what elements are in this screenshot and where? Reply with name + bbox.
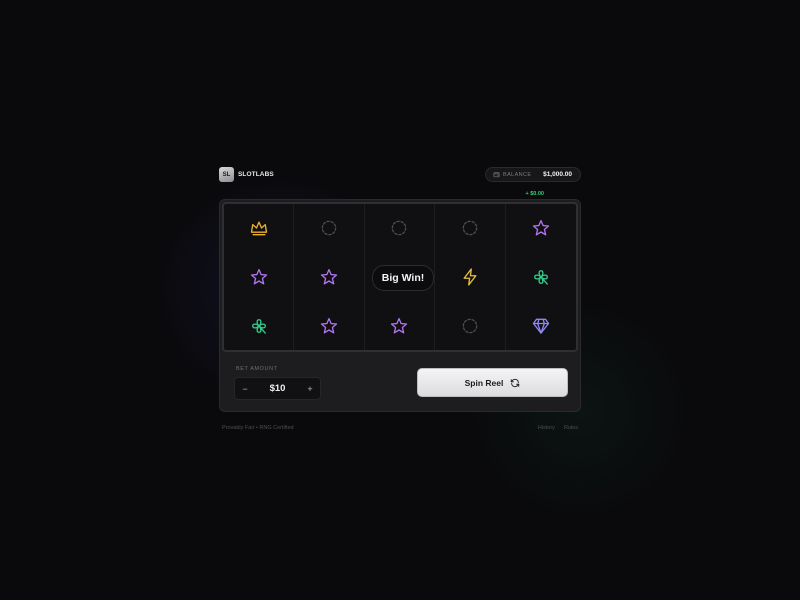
- reel-cell: [435, 204, 506, 253]
- bet-decrement-button[interactable]: −: [235, 384, 255, 394]
- wallet-icon: [493, 172, 500, 178]
- balance-label: BALANCE: [503, 171, 532, 178]
- refresh-icon: [511, 378, 520, 387]
- spin-reel-button[interactable]: Spin Reel: [417, 368, 568, 397]
- reel-cell: [224, 301, 295, 350]
- bolt-icon: [463, 268, 477, 286]
- bet-stepper: − $10 +: [234, 377, 321, 400]
- slot-app: SL SLOTLABS BALANCE $1,000.00 + $0.00 Bi…: [219, 165, 581, 412]
- footer: Provably Fair • RNG Certified History Ru…: [222, 425, 578, 431]
- star-icon: [320, 268, 338, 285]
- reel-cell: [294, 252, 365, 302]
- empty-icon: [392, 220, 407, 236]
- balance-value: $1,000.00: [543, 171, 572, 178]
- spin-reel-label: Spin Reel: [464, 377, 504, 388]
- balance-delta: + $0.00: [525, 191, 544, 197]
- game-card: Big Win! BET AMOUNT − $10 + Spin Reel: [219, 199, 581, 412]
- clover-icon: [533, 270, 548, 285]
- star-icon: [250, 268, 267, 285]
- reel-cell: [294, 301, 365, 350]
- win-banner: Big Win!: [372, 265, 434, 291]
- reel-cell: [435, 252, 506, 302]
- reel-cell: [506, 204, 576, 253]
- reel-cell: [506, 301, 576, 350]
- top-bar: SL SLOTLABS BALANCE $1,000.00 + $0.00: [219, 165, 581, 197]
- reel-cell: [365, 301, 436, 350]
- crown-icon: [250, 221, 267, 236]
- balance-pill: BALANCE $1,000.00: [485, 167, 581, 182]
- reel-cell: [224, 204, 295, 253]
- reel-cell: [294, 204, 365, 253]
- bet-amount-value: $10: [269, 383, 286, 394]
- empty-icon: [462, 318, 478, 333]
- rules-link[interactable]: Rules: [564, 425, 578, 431]
- empty-icon: [462, 220, 478, 236]
- brand-logo: SL: [219, 167, 234, 182]
- bet-amount-label: BET AMOUNT: [236, 366, 278, 372]
- reel-cell: [506, 253, 576, 302]
- brand: SL SLOTLABS: [219, 167, 274, 182]
- reel-cell: [435, 301, 506, 350]
- reel-cell: [365, 204, 436, 253]
- brand-name: SLOTLABS: [238, 171, 274, 178]
- star-icon: [320, 317, 338, 334]
- star-icon: [532, 220, 549, 236]
- empty-icon: [321, 220, 337, 236]
- reel-cell: [224, 252, 295, 302]
- diamond-icon: [532, 318, 549, 334]
- fairness-note: Provably Fair • RNG Certified: [222, 425, 294, 431]
- star-icon: [391, 317, 408, 334]
- clover-icon: [251, 318, 266, 334]
- history-link[interactable]: History: [538, 425, 555, 431]
- bet-increment-button[interactable]: +: [300, 384, 320, 394]
